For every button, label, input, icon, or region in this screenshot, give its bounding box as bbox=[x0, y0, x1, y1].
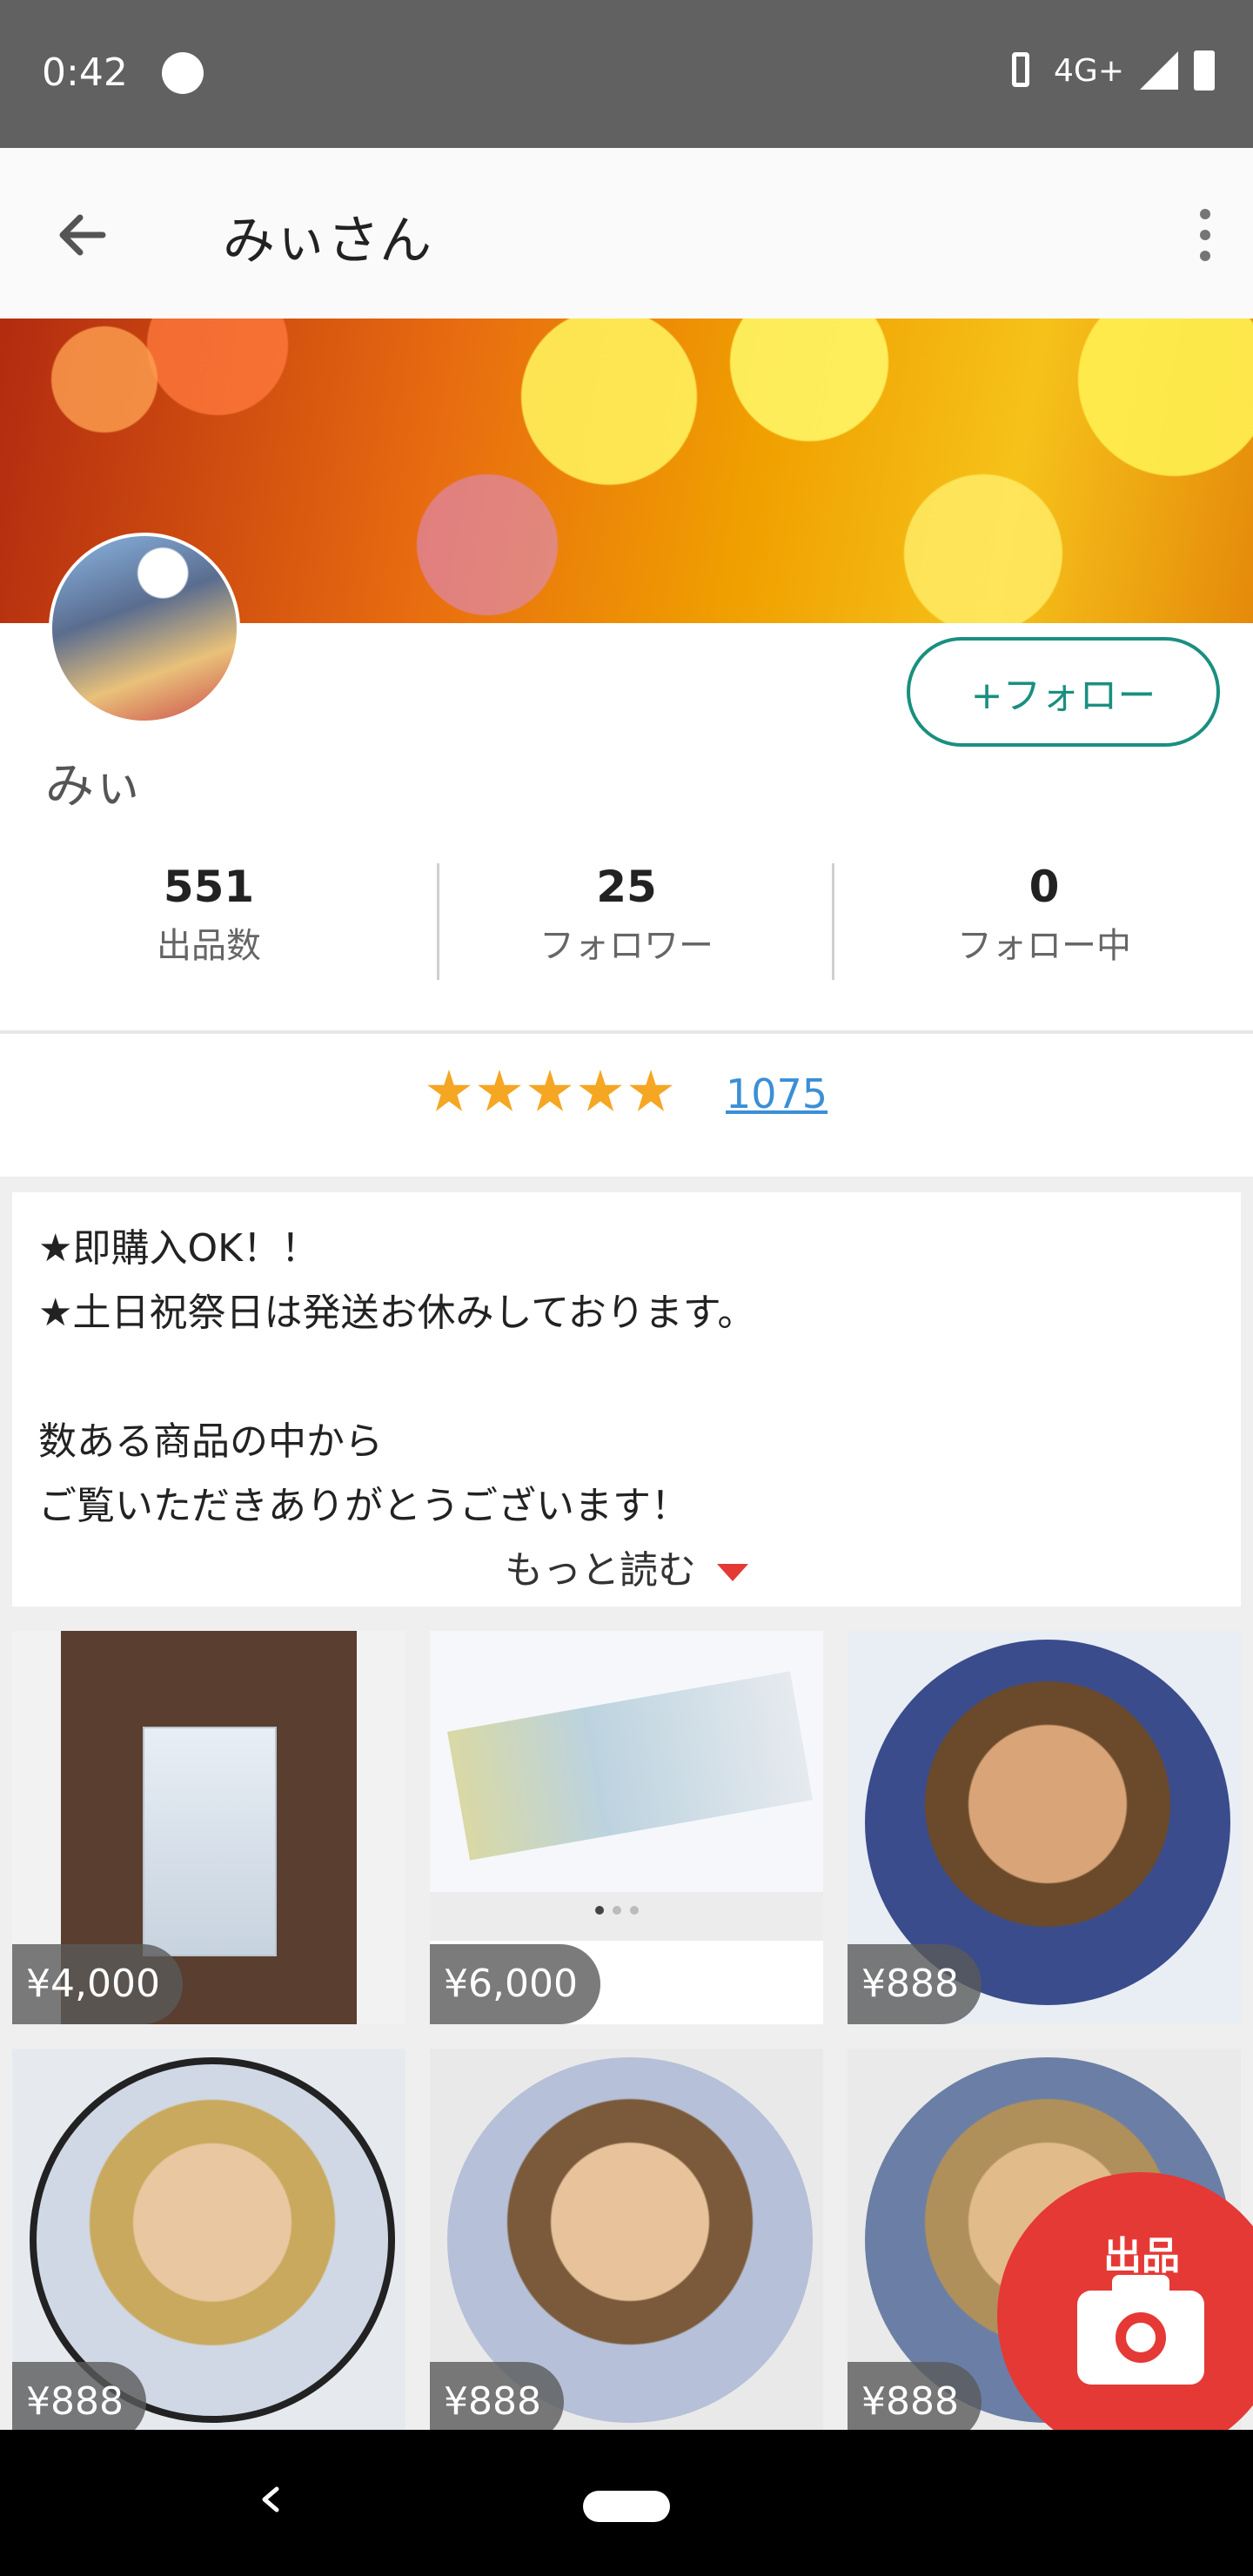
item-card[interactable]: ¥888 bbox=[12, 2049, 405, 2442]
star-icon bbox=[579, 1070, 622, 1111]
rating-stars bbox=[426, 1069, 673, 1114]
stat-label: フォロー中 bbox=[957, 926, 1131, 966]
follow-button[interactable]: +フォロー bbox=[907, 637, 1220, 747]
item-price: ¥4,000 bbox=[12, 1944, 183, 2024]
stat-divider bbox=[832, 863, 834, 980]
app-notification-icon bbox=[162, 52, 204, 94]
star-icon bbox=[427, 1070, 471, 1111]
more-options-icon[interactable] bbox=[1192, 200, 1218, 270]
item-card[interactable]: ¥4,000 bbox=[12, 1631, 405, 2024]
star-icon bbox=[528, 1070, 572, 1111]
status-icons: 4G+ bbox=[1003, 50, 1215, 91]
star-icon bbox=[478, 1070, 521, 1111]
camera-icon bbox=[1077, 2275, 1204, 2385]
item-card[interactable]: ¥888 bbox=[848, 1631, 1241, 2024]
stat-label: フォロワー bbox=[539, 926, 714, 966]
stat-divider bbox=[437, 863, 439, 980]
star-icon bbox=[629, 1070, 673, 1111]
nav-back-icon[interactable] bbox=[254, 2482, 289, 2517]
rating-row: 1075 bbox=[0, 1034, 1253, 1177]
avatar[interactable] bbox=[49, 533, 240, 724]
fab-label: 出品 bbox=[1103, 2234, 1180, 2278]
battery-icon bbox=[1194, 50, 1215, 91]
back-arrow-icon[interactable] bbox=[50, 200, 120, 270]
system-nav-bar bbox=[0, 2430, 1253, 2576]
stat-following[interactable]: 0 フォロー中 bbox=[835, 862, 1253, 983]
app-bar: みぃさん bbox=[0, 148, 1253, 319]
stat-label: 出品数 bbox=[157, 926, 261, 966]
item-price: ¥888 bbox=[848, 1944, 982, 2024]
signal-icon bbox=[1140, 51, 1178, 90]
stat-value: 0 bbox=[1029, 862, 1060, 912]
item-price: ¥6,000 bbox=[430, 1944, 600, 2024]
chevron-down-icon bbox=[717, 1564, 748, 1581]
nav-home-pill[interactable] bbox=[583, 2491, 670, 2522]
profile-description: ★即購入OK！！ ★土日祝祭日は発送お休みしております。 数ある商品の中から ご… bbox=[12, 1192, 1241, 1607]
item-card[interactable]: ¥6,000 bbox=[430, 1631, 823, 2024]
stats-row: 551 出品数 25 フォロワー 0 フォロー中 bbox=[0, 862, 1253, 983]
stat-listings[interactable]: 551 出品数 bbox=[0, 862, 418, 983]
description-text: ★即購入OK！！ ★土日祝祭日は発送お休みしております。 数ある商品の中から ご… bbox=[38, 1226, 756, 1528]
stat-value: 25 bbox=[596, 862, 657, 912]
read-more-label: もっと読む bbox=[505, 1548, 696, 1593]
item-card[interactable]: ¥888 bbox=[430, 2049, 823, 2442]
page-title: みぃさん bbox=[223, 211, 432, 272]
stat-followers[interactable]: 25 フォロワー bbox=[418, 862, 835, 983]
username: みぃ bbox=[45, 758, 143, 815]
status-bar: 0:42 4G+ bbox=[0, 0, 1253, 148]
status-time: 0:42 bbox=[42, 50, 128, 95]
carousel-dots bbox=[595, 1906, 639, 1915]
read-more-button[interactable]: もっと読む bbox=[12, 1539, 1241, 1594]
network-type: 4G+ bbox=[1054, 52, 1124, 89]
review-count-link[interactable]: 1075 bbox=[726, 1070, 828, 1117]
vibrate-icon bbox=[1003, 50, 1038, 91]
stat-value: 551 bbox=[163, 862, 255, 912]
